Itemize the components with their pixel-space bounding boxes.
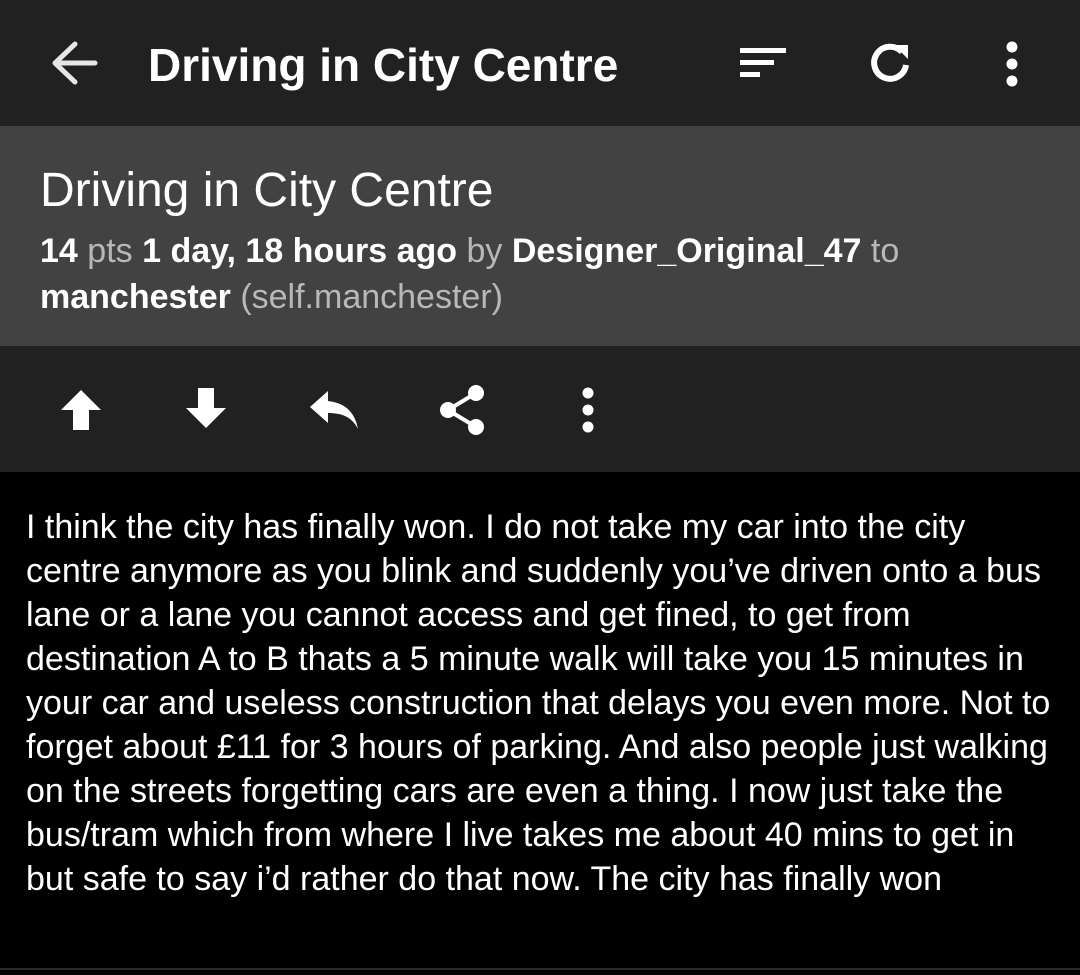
divider [0,968,1080,970]
to-label: to [870,232,900,270]
post-body: I think the city has finally won. I do n… [26,508,1051,898]
post-meta: 14 pts 1 day, 18 hours ago by Designer_O… [40,228,1050,320]
refresh-icon[interactable] [862,35,918,91]
post-subreddit[interactable]: manchester [40,278,231,316]
reply-icon[interactable] [306,386,362,434]
post-points: 14 [40,232,78,270]
post-domain: (self.manchester) [240,278,503,316]
app-toolbar: Driving in City Centre [0,0,1080,126]
post-author[interactable]: Designer_Original_47 [512,232,862,270]
share-icon[interactable] [434,382,488,438]
points-suffix: pts [87,232,133,270]
sort-icon[interactable] [733,38,793,88]
post-title: Driving in City Centre [40,164,494,217]
more-vertical-icon[interactable] [566,384,610,436]
downvote-icon[interactable] [180,382,232,434]
more-vertical-icon[interactable] [990,36,1034,92]
upvote-icon[interactable] [55,384,107,436]
by-label: by [466,232,503,270]
arrow-left-icon[interactable] [44,31,104,95]
toolbar-title: Driving in City Centre [148,39,619,91]
post-time: 1 day, 18 hours ago [142,232,458,270]
post-action-bar [0,346,1080,472]
